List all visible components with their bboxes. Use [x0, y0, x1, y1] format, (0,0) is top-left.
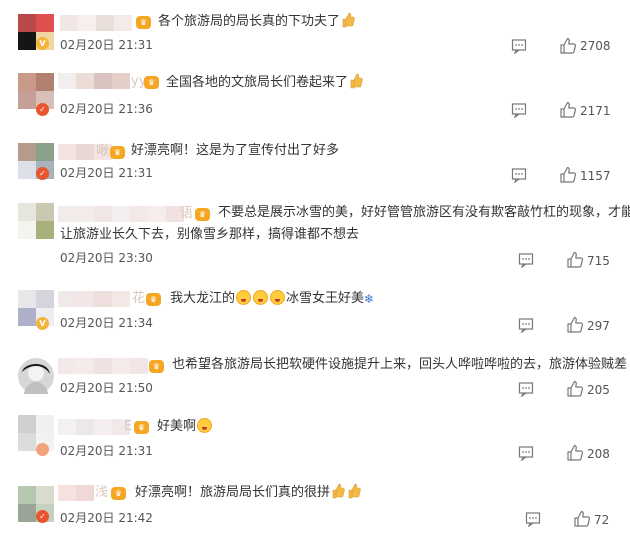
comment-icon[interactable] — [525, 511, 541, 527]
vip-crown-icon: ♛ — [149, 360, 164, 373]
verified-badge-icon: ✓ — [36, 167, 49, 180]
username[interactable] — [58, 73, 130, 89]
username-tail[interactable]: E — [124, 418, 132, 436]
username[interactable] — [58, 485, 94, 501]
thumbs-up-icon[interactable] — [559, 166, 577, 184]
like-count: 297 — [587, 319, 610, 333]
comment-time: 02月20日 23:30 — [60, 251, 153, 265]
comment-text: 不要总是展示冰雪的美，好好管管旅游区有没有欺客敲竹杠的现象，才能 — [218, 205, 630, 220]
comment-time: 02月20日 21:34 — [60, 316, 153, 330]
thumbs-up-emoji — [348, 483, 361, 499]
comment-icon[interactable] — [518, 252, 534, 268]
comment-text-continued: 让旅游业长久下去，别像雪乡那样，搞得谁都不想去 — [60, 227, 360, 242]
username[interactable] — [58, 358, 148, 374]
comment-text: 全国各地的文旅局长们卷起来了 — [166, 72, 364, 94]
avatar[interactable] — [18, 203, 54, 239]
like-count: 208 — [587, 447, 610, 461]
comment-time: 02月20日 21:31 — [60, 166, 153, 180]
verified-badge-icon: V — [36, 317, 49, 330]
username[interactable] — [58, 291, 130, 307]
comment-text: 好漂亮啊！旅游局局长们真的很拼 — [135, 482, 362, 504]
username-tail[interactable]: 浅 — [95, 484, 108, 502]
avatar[interactable] — [18, 358, 54, 394]
comment-text: 好漂亮啊！这是为了宣传付出了好多 — [131, 143, 340, 158]
comment-icon[interactable] — [518, 317, 534, 333]
verified-badge-icon — [36, 443, 49, 456]
comment-item: V 花 ♛ 我大龙江的 冰雪女王好美❄ 02月20日 21:34 297 — [0, 283, 630, 343]
comment-text: 好美啊 — [157, 416, 213, 438]
thumbs-up-emoji — [342, 12, 355, 28]
comment-time: 02月20日 21:31 — [60, 38, 153, 52]
username[interactable] — [60, 15, 132, 31]
snowflake-emoji: ❄ — [364, 292, 375, 306]
like-count: 1157 — [580, 169, 611, 183]
comment-item: ♛ 也希望各旅游局长把软硬件设施提升上来，回头人哗啦哗啦的去，旅游体验贼差 02… — [0, 343, 630, 405]
comment-item: E ♛ 好美啊 02月20日 21:31 208 — [0, 405, 630, 475]
thumbs-up-emoji — [332, 483, 345, 499]
comment-item: ✓ 浅 ♛ 好漂亮啊！旅游局局长们真的很拼 02月20日 21:42 72 — [0, 475, 630, 540]
thumbs-up-icon[interactable] — [573, 510, 591, 528]
thumbs-up-icon[interactable] — [566, 380, 584, 398]
thumbs-up-icon[interactable] — [566, 251, 584, 269]
vip-crown-icon: ♛ — [136, 16, 151, 29]
comment-icon[interactable] — [511, 102, 527, 118]
like-count: 2708 — [580, 39, 611, 53]
like-count: 2171 — [580, 104, 611, 118]
vip-crown-icon: ♛ — [144, 76, 159, 89]
vip-crown-icon: ♛ — [111, 487, 126, 500]
face-emoji — [197, 418, 213, 433]
username[interactable] — [58, 419, 130, 435]
like-count: 205 — [587, 383, 610, 397]
verified-badge-icon: ✓ — [36, 103, 49, 116]
comment-icon[interactable] — [518, 445, 534, 461]
verified-badge-icon: V — [36, 37, 49, 50]
verified-badge-icon: ✓ — [36, 510, 49, 523]
comment-item: V ♛ 各个旅游局的局长真的下功夫了 02月20日 21:31 2708 — [0, 0, 630, 68]
like-count: 72 — [594, 513, 610, 527]
thumbs-up-icon[interactable] — [566, 316, 584, 334]
comment-item: 语 ♛ 不要总是展示冰雪的美，好好管管旅游区有没有欺客敲竹杠的现象，才能 让旅游… — [0, 193, 630, 283]
face-emoji — [236, 290, 252, 305]
thumbs-up-icon[interactable] — [559, 37, 577, 55]
vip-crown-icon: ♛ — [146, 293, 161, 306]
thumbs-up-icon[interactable] — [559, 101, 577, 119]
comment-time: 02月20日 21:31 — [60, 444, 153, 458]
thumbs-up-icon[interactable] — [566, 444, 584, 462]
vip-crown-icon: ♛ — [110, 146, 125, 159]
username-tail[interactable]: 语 — [180, 205, 193, 223]
username[interactable] — [58, 206, 184, 222]
face-emoji — [270, 290, 286, 305]
vip-crown-icon: ♛ — [195, 208, 210, 221]
comment-text: 也希望各旅游局长把软硬件设施提升上来，回头人哗啦哗啦的去，旅游体验贼差 — [172, 357, 628, 372]
username-tail[interactable]: 啾 — [96, 143, 109, 161]
comment-text: 我大龙江的 冰雪女王好美❄ — [170, 288, 374, 310]
comment-icon[interactable] — [511, 167, 527, 183]
comment-icon[interactable] — [511, 38, 527, 54]
comment-time: 02月20日 21:50 — [60, 381, 153, 395]
comment-item: ✓ yy ♛ 全国各地的文旅局长们卷起来了 02月20日 21:36 2171 — [0, 68, 630, 133]
avatar[interactable] — [18, 73, 54, 109]
comment-text: 各个旅游局的局长真的下功夫了 — [158, 11, 356, 33]
comment-icon[interactable] — [518, 381, 534, 397]
vip-crown-icon: ♛ — [134, 421, 149, 434]
thumbs-up-emoji — [350, 73, 363, 89]
comment-time: 02月20日 21:36 — [60, 102, 153, 116]
username-tail[interactable]: 花 — [132, 290, 145, 308]
comment-time: 02月20日 21:42 — [60, 511, 153, 525]
face-emoji — [253, 290, 269, 305]
like-count: 715 — [587, 254, 610, 268]
comment-item: ✓ 啾 ♛ 好漂亮啊！这是为了宣传付出了好多 02月20日 21:31 1157 — [0, 133, 630, 193]
